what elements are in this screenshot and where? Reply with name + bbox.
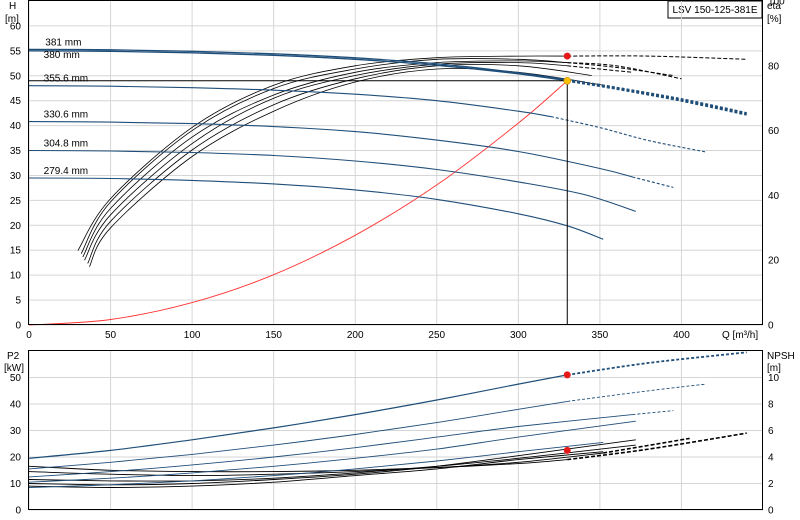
npsh-tick-label: 0 xyxy=(768,506,774,517)
q-tick-label: 250 xyxy=(428,330,445,341)
eta-tick-label: 80 xyxy=(768,61,780,72)
npsh-tick-label: 10 xyxy=(768,373,780,384)
h-tick-label: 45 xyxy=(10,96,22,107)
p2-tick-label: 40 xyxy=(10,400,22,411)
duty-point-npsh-marker xyxy=(563,446,571,454)
q-tick-label: 300 xyxy=(510,330,527,341)
p2-axis-title-line1: P2 xyxy=(7,351,20,362)
q-tick-label: 100 xyxy=(184,330,201,341)
eta-tick-label: 20 xyxy=(768,256,780,267)
npsh-tick-label: 6 xyxy=(768,426,774,437)
h-tick-label: 0 xyxy=(15,321,21,332)
h-tick-label: 50 xyxy=(10,71,22,82)
q-axis-title: Q [m³/h] xyxy=(722,330,758,341)
impeller-diameter-label: 330.6 mm xyxy=(44,110,88,121)
model-badge: LSV 150-125-381E xyxy=(667,0,763,19)
p2-tick-label: 20 xyxy=(10,453,22,464)
h-tick-label: 10 xyxy=(10,271,22,282)
q-tick-label: 50 xyxy=(105,330,117,341)
p2-tick-label: 50 xyxy=(10,373,22,384)
h-tick-label: 40 xyxy=(10,121,22,132)
eta-tick-label: 40 xyxy=(768,191,780,202)
h-tick-label: 25 xyxy=(10,196,22,207)
model-label: LSV 150-125-381E xyxy=(672,5,757,16)
h-tick-label: 15 xyxy=(10,246,22,257)
npsh-tick-label: 8 xyxy=(768,400,774,411)
eta-axis-title-line2: [%] xyxy=(767,14,782,25)
h-tick-label: 60 xyxy=(10,21,22,32)
duty-point-power-marker xyxy=(563,371,571,379)
npsh-tick-label: 2 xyxy=(768,479,774,490)
h-tick-label: 55 xyxy=(10,46,22,57)
q-tick-label: 150 xyxy=(265,330,282,341)
q-tick-label: 200 xyxy=(347,330,364,341)
duty-point-efficiency-marker xyxy=(563,52,571,60)
q-tick-label: 400 xyxy=(673,330,690,341)
eta-tick-label: 0 xyxy=(768,321,774,332)
h-tick-label: 30 xyxy=(10,171,22,182)
eta-tick-label: 100 xyxy=(768,0,785,8)
q-tick-label: 0 xyxy=(26,330,32,341)
p2-tick-label: 30 xyxy=(10,426,22,437)
impeller-diameter-label: 380 mm xyxy=(44,50,80,61)
npsh-axis-title-line1: NPSH xyxy=(767,351,795,362)
h-tick-label: 35 xyxy=(10,146,22,157)
impeller-diameter-label: 381 mm xyxy=(45,37,81,48)
q-tick-label: 350 xyxy=(592,330,609,341)
duty-point-head-marker xyxy=(563,76,572,85)
impeller-diameter-label: 355.6 mm xyxy=(44,74,88,85)
eta-tick-label: 60 xyxy=(768,126,780,137)
p2-tick-label: 0 xyxy=(15,506,21,517)
h-axis-title-line1: H xyxy=(9,1,16,12)
p2-tick-label: 10 xyxy=(10,479,22,490)
impeller-diameter-label: 304.8 mm xyxy=(44,139,88,150)
npsh-tick-label: 4 xyxy=(768,453,774,464)
h-tick-label: 20 xyxy=(10,221,22,232)
h-tick-label: 5 xyxy=(15,296,21,307)
impeller-diameter-label: 279.4 mm xyxy=(44,166,88,177)
pump-performance-chart: LSV 150-125-381E H [m] eta [%] Q [m³/h] … xyxy=(0,0,800,520)
